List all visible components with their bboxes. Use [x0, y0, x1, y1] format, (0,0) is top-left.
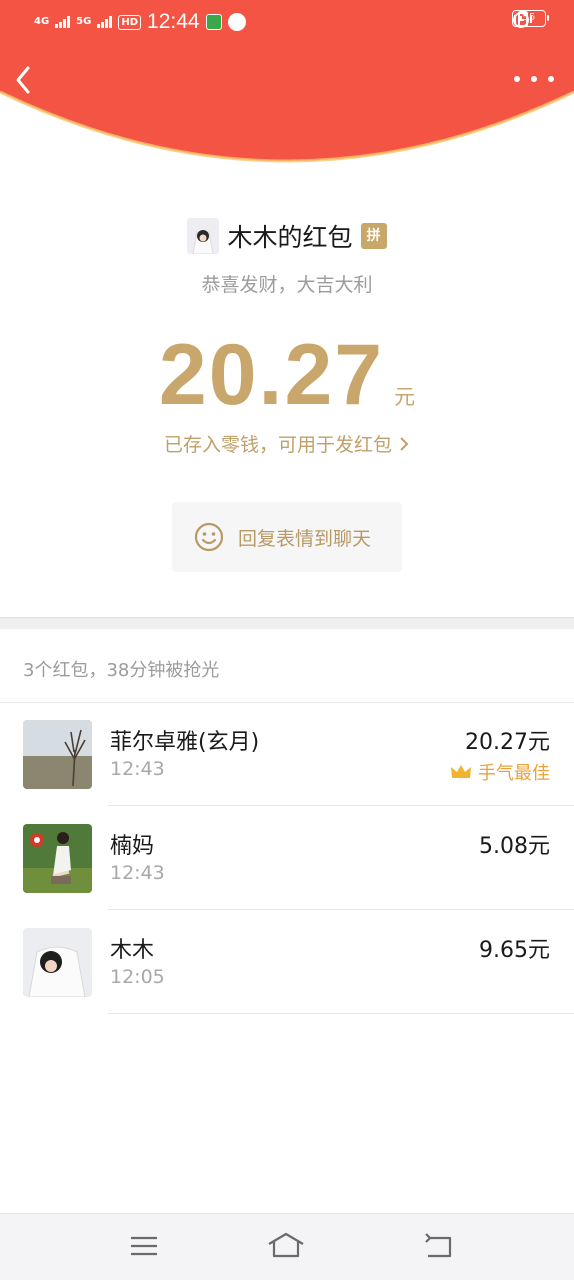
record-name: 木木 — [110, 938, 155, 963]
crown-icon — [451, 765, 471, 778]
more-options-button[interactable] — [514, 68, 554, 90]
reply-sticker-button[interactable]: 回复表情到聊天 — [172, 502, 402, 572]
record-amount: 9.65元 — [479, 938, 550, 963]
home-icon — [268, 1232, 304, 1258]
home-button[interactable] — [266, 1228, 306, 1264]
amount-unit: 元 — [394, 385, 416, 409]
best-luck-badge: 手气最佳 — [450, 759, 550, 785]
record-time: 12:43 — [110, 862, 165, 884]
list-item[interactable]: 木木 12:05 9.65元 — [0, 910, 574, 1014]
system-nav-bar — [0, 1213, 574, 1280]
blessing-text: 恭喜发财，大吉大利 — [201, 274, 373, 296]
record-name: 菲尔卓雅(玄月) — [110, 730, 260, 755]
smiley-icon — [194, 522, 224, 552]
app-notification-icon — [205, 14, 222, 30]
back-nav-button[interactable] — [418, 1228, 458, 1264]
signal-bars-icon — [55, 16, 71, 28]
list-item[interactable]: 菲尔卓雅(玄月) 12:43 20.27元 手气最佳 — [0, 702, 574, 806]
best-luck-label: 手气最佳 — [478, 763, 550, 784]
record-time: 12:05 — [110, 966, 165, 988]
network-5g-indicator: 5G — [76, 16, 92, 27]
record-time: 12:43 — [110, 758, 165, 780]
sender-header: 木木的红包 拼 — [0, 218, 574, 254]
battery-indicator: 55 — [512, 10, 549, 27]
record-amount: 5.08元 — [479, 834, 550, 859]
list-item[interactable]: 楠妈 12:43 5.08元 — [0, 806, 574, 910]
hd-voice-icon: HD — [118, 14, 142, 30]
chevron-left-icon — [16, 66, 30, 94]
section-divider — [0, 617, 574, 629]
stored-to-wallet-link[interactable]: 已存入零钱，可用于发红包 — [0, 430, 574, 457]
avatar — [23, 824, 92, 893]
group-packet-badge: 拼 — [360, 223, 387, 249]
record-name: 楠妈 — [110, 834, 155, 859]
sender-avatar — [187, 218, 220, 254]
network-4g-indicator: 4G — [34, 16, 50, 27]
sync-icon — [227, 13, 246, 31]
status-bar: 4G 5G HD 12:44 55 — [0, 0, 574, 44]
divider — [108, 1013, 574, 1014]
status-time: 12:44 — [147, 10, 200, 33]
packet-summary: 3个红包，38分钟被抢光 — [23, 660, 220, 681]
header-banner: 4G 5G HD 12:44 55 — [0, 0, 574, 172]
avatar — [23, 928, 92, 997]
back-button[interactable] — [8, 60, 42, 100]
received-amount: 20.27 元 — [0, 325, 574, 425]
more-dots-icon — [514, 76, 520, 82]
reply-sticker-label: 回复表情到聊天 — [238, 527, 372, 550]
signal-bars-icon — [97, 16, 113, 28]
return-icon — [425, 1233, 452, 1258]
record-amount: 20.27元 — [465, 730, 550, 755]
avatar — [23, 720, 92, 789]
menu-icon — [131, 1236, 157, 1256]
chevron-right-icon — [400, 437, 409, 451]
menu-button[interactable] — [124, 1228, 164, 1264]
sender-name: 木木的红包 — [227, 223, 353, 252]
amount-value: 20.27 — [158, 327, 385, 423]
stored-link-label: 已存入零钱，可用于发红包 — [163, 434, 392, 456]
